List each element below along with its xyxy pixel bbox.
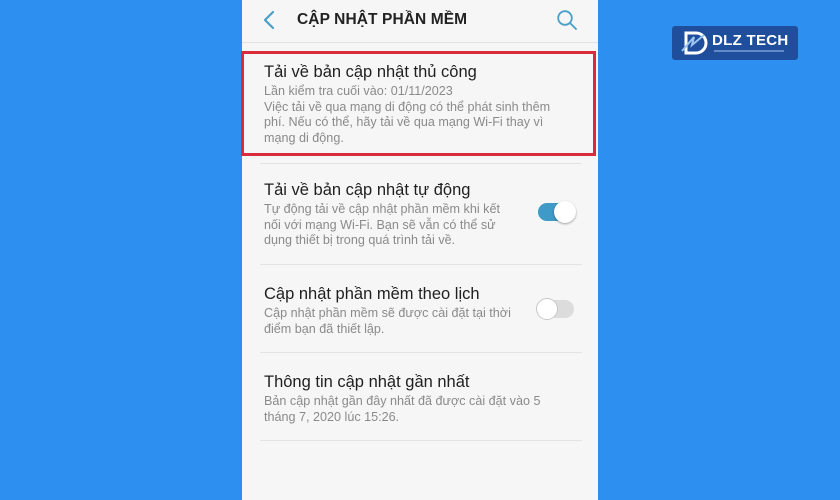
item-desc-line: điểm bạn đã thiết lập. <box>264 321 385 336</box>
last-update-info-item[interactable]: Thông tin cập nhật gần nhất Bản cập nhật… <box>264 372 574 425</box>
item-title: Cập nhật phần mềm theo lịch <box>264 285 480 303</box>
scheduled-update-item[interactable]: Cập nhật phần mềm theo lịch Cập nhật phầ… <box>264 284 534 337</box>
auto-download-toggle[interactable] <box>538 201 576 223</box>
item-desc-line: nối với mạng Wi-Fi. Bạn sẽ vẫn có thể sử <box>264 217 496 232</box>
item-desc-line: Bản cập nhật gần đây nhất đã được cài đặ… <box>264 394 541 408</box>
item-desc-line: Tự động tải về cập nhật phần mềm khi kết <box>264 202 500 216</box>
divider <box>260 163 582 164</box>
brand-logo: DLZ TECH <box>672 26 798 60</box>
logo-mark-icon <box>681 31 708 55</box>
toggle-knob <box>536 298 558 320</box>
toggle-knob <box>554 201 576 223</box>
logo-text: DLZ TECH <box>712 32 789 49</box>
highlight-box <box>241 51 596 156</box>
item-desc-line: Cập nhật phần mềm sẽ được cài đặt tại th… <box>264 306 511 320</box>
divider <box>260 352 582 353</box>
scheduled-update-toggle[interactable] <box>536 298 574 320</box>
item-desc-line: dụng thiết bị trong quá trình tải về. <box>264 233 456 247</box>
chevron-left-icon[interactable] <box>262 10 276 30</box>
page-title: CẬP NHẬT PHẦN MỀM <box>297 11 468 28</box>
item-desc-line: tháng 7, 2020 lúc 15:26. <box>264 409 400 424</box>
auto-download-item[interactable]: Tải về bản cập nhật tự động Tự động tải … <box>264 180 534 249</box>
divider <box>260 440 582 441</box>
header-divider <box>242 42 598 43</box>
search-icon[interactable] <box>556 9 578 31</box>
app-header: CẬP NHẬT PHẦN MỀM <box>242 0 598 42</box>
item-title: Tải về bản cập nhật tự động <box>264 181 471 199</box>
divider <box>260 264 582 265</box>
item-title: Thông tin cập nhật gần nhất <box>264 373 470 391</box>
logo-tagline-mark <box>714 50 784 52</box>
